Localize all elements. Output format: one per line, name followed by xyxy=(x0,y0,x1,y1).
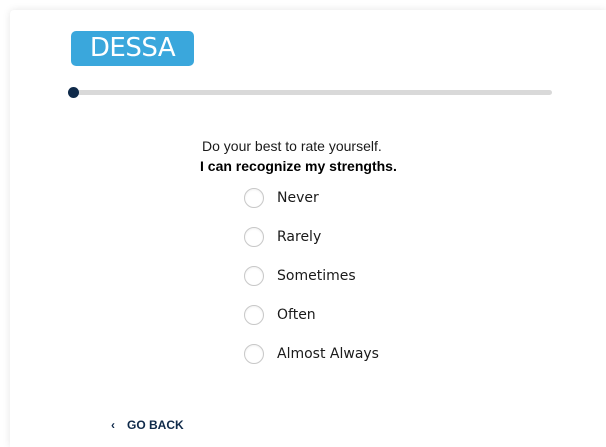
radio-button[interactable] xyxy=(244,266,264,286)
radio-button[interactable] xyxy=(244,344,264,364)
option-often[interactable]: Often xyxy=(244,304,316,326)
option-label: Often xyxy=(277,307,316,323)
option-sometimes[interactable]: Sometimes xyxy=(244,265,356,287)
radio-button[interactable] xyxy=(244,305,264,325)
radio-button[interactable] xyxy=(244,188,264,208)
option-label: Rarely xyxy=(277,229,322,245)
option-almost-always[interactable]: Almost Always xyxy=(244,343,379,365)
dessa-logo: DESSA xyxy=(71,31,194,66)
progress-indicator xyxy=(68,87,79,98)
question-text: I can recognize my strengths. xyxy=(200,158,397,174)
go-back-label: GO BACK xyxy=(127,418,184,432)
option-rarely[interactable]: Rarely xyxy=(244,226,321,248)
option-never[interactable]: Never xyxy=(244,187,319,209)
option-label: Never xyxy=(277,190,319,206)
instruction-text: Do your best to rate yourself. xyxy=(202,138,382,154)
radio-button[interactable] xyxy=(244,227,264,247)
option-label: Almost Always xyxy=(277,346,379,362)
progress-bar xyxy=(71,90,552,95)
chevron-left-icon: ‹ xyxy=(111,418,115,432)
option-label: Sometimes xyxy=(277,268,356,284)
go-back-button[interactable]: ‹ GO BACK xyxy=(111,418,184,432)
assessment-card: DESSA Do your best to rate yourself. I c… xyxy=(10,10,606,447)
